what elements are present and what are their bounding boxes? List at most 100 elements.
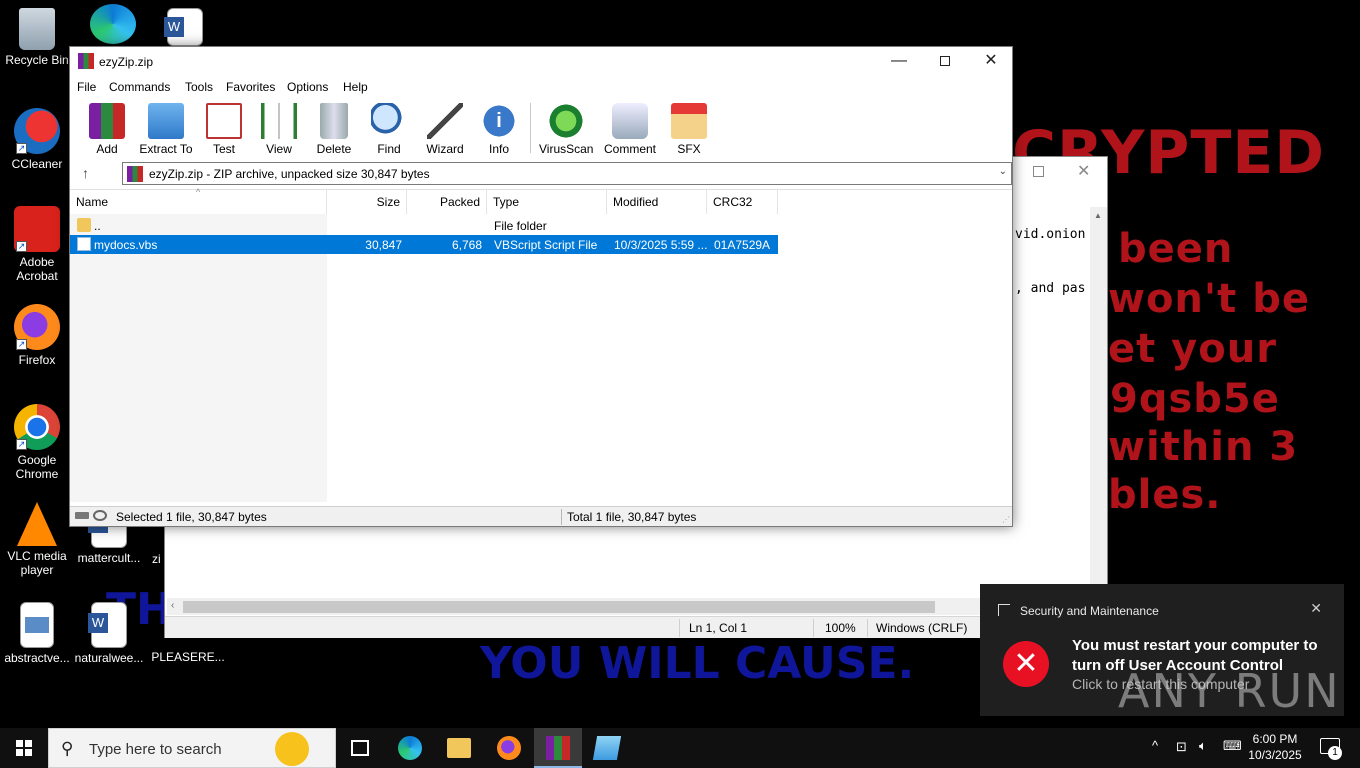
comment-button[interactable]: Comment	[602, 103, 658, 156]
row-name: mydocs.vbs	[94, 238, 158, 252]
wallpaper-line: 9qsb5e	[1110, 376, 1280, 422]
delete-button[interactable]: Delete	[316, 103, 352, 156]
minimize-button[interactable]: —	[876, 47, 922, 77]
taskbar-firefox[interactable]	[485, 728, 533, 768]
find-button[interactable]: Find	[371, 103, 407, 156]
maximize-button[interactable]	[922, 47, 968, 77]
desktop-icon-pleasere[interactable]: PLEASERE...	[150, 650, 226, 664]
desktop-icon-adobe-acrobat[interactable]: ↗ Adobe Acrobat	[2, 206, 72, 283]
search-box[interactable]: ⚲ Type here to search	[48, 728, 336, 768]
column-packed[interactable]: Packed	[407, 190, 487, 214]
scroll-thumb[interactable]	[183, 601, 935, 613]
sfx-button[interactable]: SFX	[671, 103, 707, 156]
taskbar-winrar[interactable]	[534, 728, 582, 768]
clipboard-check-icon	[206, 103, 242, 139]
desktop-icon-firefox[interactable]: ↗ Firefox	[2, 304, 72, 367]
test-label: Test	[212, 142, 235, 156]
drive-icon	[75, 512, 89, 519]
title-bar[interactable]: ezyZip.zip — ✕	[70, 47, 1012, 77]
taskbar: ⚲ Type here to search ^ ⊡ 🔈︎ ⌨ 6:00 PM 1…	[0, 728, 1360, 768]
search-placeholder: Type here to search	[89, 741, 222, 758]
table-row[interactable]: mydocs.vbs 30,847 6,768 VBScript Script …	[70, 235, 778, 254]
file-list[interactable]: Name ^ Size Packed Type Modified CRC32 .…	[70, 187, 1012, 502]
status-selected: Selected 1 file, 30,847 bytes	[116, 510, 267, 524]
wizard-button[interactable]: Wizard	[426, 103, 464, 156]
desktop-icon-label: VLC media player	[7, 549, 67, 577]
resize-grip-icon[interactable]: ⋰	[1002, 515, 1010, 524]
desktop-icon-abstractve[interactable]: abstractve...	[2, 602, 72, 665]
column-modified[interactable]: Modified	[607, 190, 707, 214]
column-size[interactable]: Size	[327, 190, 407, 214]
volume-icon[interactable]: 🔈︎	[1199, 738, 1207, 754]
info-button[interactable]: i Info	[481, 103, 517, 156]
delete-label: Delete	[316, 142, 352, 156]
extract-to-button[interactable]: Extract To	[138, 103, 194, 156]
find-label: Find	[377, 142, 401, 156]
cursor-position: Ln 1, Col 1	[689, 621, 748, 635]
address-field[interactable]: ezyZip.zip - ZIP archive, unpacked size …	[122, 162, 1012, 185]
status-bar: Selected 1 file, 30,847 bytes Total 1 fi…	[70, 506, 1012, 526]
start-button[interactable]	[0, 728, 48, 768]
ccleaner-icon: ↗	[14, 108, 60, 154]
menu-tools[interactable]: Tools	[185, 80, 213, 94]
desktop-icon-naturalwee[interactable]: W naturalwee...	[74, 602, 144, 665]
taskbar-edge[interactable]	[386, 728, 434, 768]
book-icon	[261, 103, 297, 139]
keyboard-icon[interactable]: ⌨	[1223, 738, 1242, 754]
close-button[interactable]: ✕	[968, 47, 1014, 77]
desktop-icon-label: Adobe Acrobat	[16, 255, 58, 283]
line-ending: Windows (CRLF)	[876, 621, 968, 635]
menu-bar: File Commands Tools Favorites Options He…	[70, 77, 1012, 97]
network-icon[interactable]: ⊡	[1176, 739, 1187, 755]
view-button[interactable]: View	[259, 103, 299, 156]
winrar-icon	[546, 736, 570, 760]
add-archive-icon	[89, 103, 125, 139]
close-icon[interactable]: ✕	[1077, 161, 1090, 181]
taskbar-notepad[interactable]	[583, 728, 631, 768]
column-crc32[interactable]: CRC32	[707, 190, 778, 214]
status-total: Total 1 file, 30,847 bytes	[567, 510, 697, 524]
clock[interactable]: 6:00 PM 10/3/2025	[1244, 731, 1306, 763]
wallpaper-line: won't be	[1108, 276, 1310, 322]
horizontal-scrollbar[interactable]: ‹	[167, 598, 983, 615]
word-document-icon: W	[164, 8, 203, 46]
tray-chevron-icon[interactable]: ^	[1152, 738, 1158, 753]
wallpaper-line: bles.	[1108, 472, 1222, 518]
row-crc: 01A7529A	[714, 238, 771, 252]
up-arrow-icon[interactable]: ↑	[82, 165, 89, 181]
menu-favorites[interactable]: Favorites	[226, 80, 275, 94]
acrobat-icon: ↗	[14, 206, 60, 252]
menu-file[interactable]: File	[77, 80, 96, 94]
test-button[interactable]: Test	[206, 103, 242, 156]
desktop-icon-google-chrome[interactable]: ↗ Google Chrome	[2, 404, 72, 481]
desktop-icon-label: Firefox	[18, 353, 56, 367]
task-view-button[interactable]	[336, 728, 384, 768]
window-title: ezyZip.zip	[99, 55, 154, 69]
zoom-level: 100%	[825, 621, 856, 635]
desktop-icon-recycle-bin[interactable]: Recycle Bin	[2, 8, 72, 67]
maximize-icon[interactable]	[1033, 166, 1044, 177]
archive-icon	[127, 166, 143, 182]
winrar-icon	[78, 53, 94, 69]
list-header: Name ^ Size Packed Type Modified CRC32	[70, 187, 1012, 214]
desktop-icon-edge[interactable]	[78, 4, 148, 47]
column-type[interactable]: Type	[487, 190, 607, 214]
desktop-icon-ccleaner[interactable]: ↗ CCleaner	[2, 108, 72, 171]
info-icon: i	[481, 103, 517, 139]
menu-commands[interactable]: Commands	[109, 80, 170, 94]
desktop-icon-word[interactable]: W	[150, 8, 220, 49]
table-row[interactable]: .. File folder	[70, 216, 778, 235]
close-icon[interactable]: ✕	[1310, 600, 1322, 617]
desktop-icon-vlc[interactable]: VLC media player	[2, 502, 72, 577]
vertical-scrollbar[interactable]: ▲	[1090, 207, 1107, 598]
folder-icon	[447, 738, 471, 758]
menu-help[interactable]: Help	[343, 80, 368, 94]
virusscan-button[interactable]: VirusScan	[539, 103, 593, 156]
taskbar-file-explorer[interactable]	[435, 728, 483, 768]
row-size: 30,847	[365, 238, 402, 252]
chevron-down-icon[interactable]: ⌄	[999, 166, 1007, 177]
add-button[interactable]: Add	[89, 103, 125, 156]
scroll-left-icon[interactable]: ‹	[171, 600, 174, 611]
menu-options[interactable]: Options	[287, 80, 328, 94]
winrar-window[interactable]: ezyZip.zip — ✕ File Commands Tools Favor…	[69, 46, 1013, 527]
